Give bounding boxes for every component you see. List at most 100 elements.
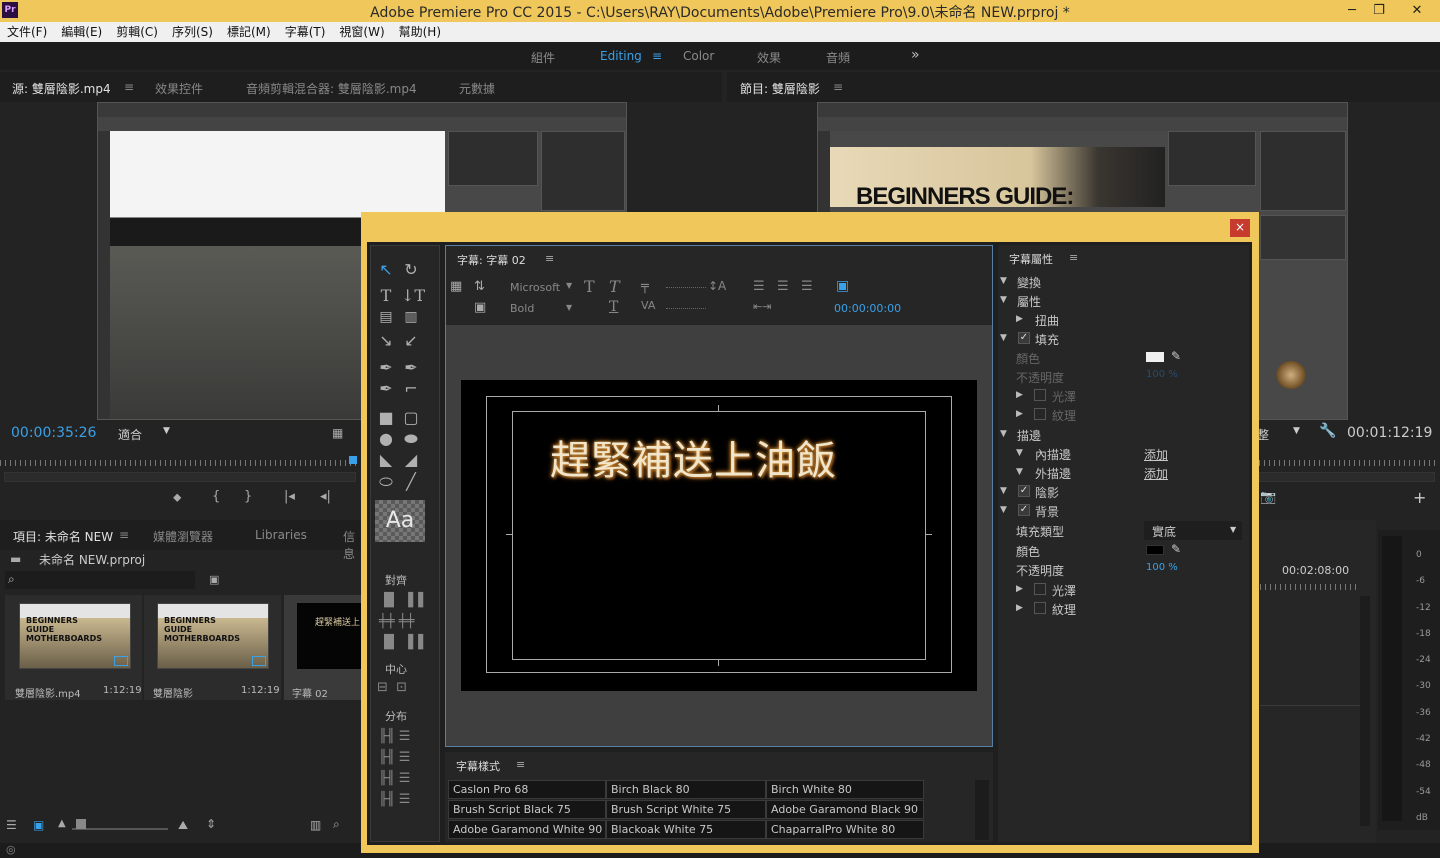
close-window-icon[interactable]: ✕ — [1400, 0, 1434, 22]
rounded-corner-tool-icon[interactable]: ⬬ — [401, 429, 421, 449]
project-tab-menu-icon[interactable]: ≡ — [119, 528, 129, 542]
program-scrollbar[interactable] — [1259, 472, 1435, 482]
style-item[interactable]: Brush Script Black 75 — [448, 800, 606, 819]
zoom-slider[interactable] — [72, 828, 168, 830]
export-frame-icon[interactable]: 📷 — [1260, 490, 1276, 505]
bg-eyedropper-icon[interactable]: ✎ — [1171, 542, 1181, 556]
workspace-more-icon[interactable]: » — [911, 47, 920, 63]
project-search-input[interactable] — [5, 571, 195, 589]
bg-sheen-checkbox[interactable] — [1034, 583, 1046, 595]
kerning-value[interactable] — [666, 308, 706, 309]
delete-anchor-tool-icon[interactable]: ✒ — [401, 358, 421, 377]
new-bin-icon[interactable]: ▣ — [209, 573, 219, 586]
automate-icon[interactable]: ▥ — [310, 818, 321, 832]
workspace-editing[interactable]: Editing — [600, 49, 642, 63]
titler-tab[interactable]: 字幕: 字幕 02 — [457, 252, 526, 268]
wrench-icon[interactable]: 🔧 — [1319, 423, 1336, 439]
playhead-handle[interactable] — [349, 456, 357, 464]
kerning-icon[interactable]: VA — [641, 299, 655, 312]
distribute-buttons[interactable]: ╟╢ ☰ ╟╢ ☰ ╟╢ ☰ ╟╢ ☰ — [379, 726, 410, 810]
vertical-path-type-tool-icon[interactable]: ↙ — [401, 331, 421, 350]
vertical-area-type-tool-icon[interactable]: ▥ — [401, 309, 421, 325]
underline-icon[interactable]: T — [609, 299, 618, 315]
font-size-icon[interactable]: ╤ — [641, 279, 649, 294]
templates-icon[interactable]: ▣ — [474, 300, 486, 315]
source-scrollbar[interactable] — [4, 472, 356, 482]
mark-in-icon[interactable]: { — [212, 489, 220, 504]
vertical-type-tool-icon[interactable]: ↓T — [401, 286, 425, 305]
prop-strokes[interactable]: ▼ 描邊 — [998, 425, 1249, 444]
center-buttons[interactable]: ⊟ ⊡ — [377, 680, 407, 695]
rectangle-tool-icon[interactable]: ■ — [376, 408, 396, 427]
add-marker-icon[interactable]: ⬥ — [173, 490, 181, 505]
program-tab-menu-icon[interactable]: ≡ — [833, 80, 843, 94]
project-item[interactable]: BEGINNERS GUIDE MOTHERBOARDS 雙層陰影 1:12:1… — [144, 595, 281, 700]
settings-icon[interactable]: ▦ — [332, 426, 343, 440]
prop-inner-stroke[interactable]: ▼ 內描邊 添加 — [998, 444, 1249, 463]
bg-opacity-value[interactable]: 100 % — [1146, 562, 1178, 573]
prop-bg-texture[interactable]: ▶ 紋理 — [998, 599, 1249, 618]
fill-type-chevron-icon[interactable]: ▼ — [1230, 525, 1236, 534]
italic-icon[interactable]: T — [609, 277, 620, 296]
align-left-icon[interactable]: ☰ — [753, 279, 765, 294]
fill-color-swatch[interactable] — [1146, 352, 1164, 362]
chevron-down-icon[interactable]: ▼ — [163, 426, 170, 436]
minimize-icon[interactable]: ─ — [1337, 0, 1367, 22]
tab-metadata[interactable]: 元數據 — [459, 80, 495, 97]
tab-project[interactable]: 項目: 未命名 NEW — [13, 528, 113, 545]
go-to-in-icon[interactable]: |◂ — [284, 489, 295, 504]
add-anchor-tool-icon[interactable]: ✒ — [376, 379, 396, 398]
roll-crawl-icon[interactable]: ⇅ — [474, 279, 485, 294]
timeline-scrollbar[interactable] — [1360, 596, 1370, 826]
leading-icon[interactable]: ↕A — [708, 279, 726, 293]
styles-scrollbar[interactable] — [975, 780, 989, 840]
project-item[interactable]: BEGINNERS GUIDE MOTHERBOARDS 雙層陰影.mp4 1:… — [5, 595, 142, 700]
tab-audio-clip-mixer[interactable]: 音頻剪輯混合器: 雙層陰影.mp4 — [246, 80, 417, 97]
style-item[interactable]: Birch White 80 — [766, 780, 924, 799]
workspace-menu-icon[interactable]: ≡ — [652, 49, 662, 63]
dialog-close-button[interactable]: × — [1230, 219, 1250, 237]
find-icon[interactable]: ⌕ — [333, 817, 340, 832]
styles-tab[interactable]: 字幕樣式 — [456, 758, 500, 774]
fill-checkbox[interactable]: ✓ — [1018, 332, 1030, 344]
menu-file[interactable]: 文件(F) — [0, 22, 54, 41]
prop-attributes[interactable]: ▼ 屬性 — [998, 291, 1249, 310]
align-center-icon[interactable]: ☰ — [777, 279, 789, 294]
tab-info[interactable]: 信息 — [343, 528, 362, 562]
style-item[interactable]: ChaparralPro White 80 — [766, 820, 924, 839]
mark-out-icon[interactable]: } — [244, 489, 252, 504]
bg-texture-checkbox[interactable] — [1034, 602, 1046, 614]
style-item[interactable]: Adobe Garamond White 90 — [448, 820, 606, 839]
prop-texture[interactable]: ▶ 紋理 — [998, 405, 1249, 424]
rounded-rectangle-tool-icon[interactable]: ▢ — [401, 408, 421, 427]
eyedropper-icon[interactable]: ✎ — [1171, 349, 1181, 363]
add-outer-stroke-link[interactable]: 添加 — [1144, 465, 1168, 482]
align-right-icon[interactable]: ☰ — [801, 279, 813, 294]
align-buttons[interactable]: ▐▌ ▐▐ ╪╪ ╪╪ ▐▌ ▐▐ — [379, 590, 423, 653]
texture-checkbox[interactable] — [1034, 408, 1046, 420]
area-type-tool-icon[interactable]: ▤ — [376, 309, 396, 325]
tab-media-browser[interactable]: 媒體瀏覽器 — [153, 528, 213, 545]
menu-window[interactable]: 視窗(W) — [332, 22, 391, 41]
rotation-tool-icon[interactable]: ↻ — [401, 260, 421, 279]
pen-tool-icon[interactable]: ✒ — [376, 358, 396, 377]
menu-help[interactable]: 幫助(H) — [392, 22, 448, 41]
font-family-chevron-icon[interactable]: ▼ — [566, 281, 572, 290]
props-tab[interactable]: 字幕屬性 — [1009, 251, 1053, 267]
bold-icon[interactable]: T — [584, 277, 595, 296]
type-tool-icon[interactable]: T — [376, 286, 396, 305]
clipped-corner-tool-icon[interactable]: ● — [376, 429, 396, 448]
icon-view-icon[interactable]: ▣ — [33, 818, 44, 832]
font-family-select[interactable]: Microsoft — [510, 281, 560, 294]
tab-source[interactable]: 源: 雙層陰影.mp4 — [12, 80, 111, 97]
style-item[interactable]: Birch Black 80 — [606, 780, 766, 799]
fill-opacity-value[interactable]: 100 % — [1146, 369, 1178, 380]
font-style-chevron-icon[interactable]: ▼ — [566, 303, 572, 312]
menu-clip[interactable]: 剪輯(C) — [109, 22, 165, 41]
menu-marker[interactable]: 標記(M) — [220, 22, 278, 41]
menu-sequence[interactable]: 序列(S) — [165, 22, 220, 41]
path-type-tool-icon[interactable]: ↘ — [376, 331, 396, 350]
menu-title[interactable]: 字幕(T) — [278, 22, 333, 41]
prop-distort[interactable]: ▶ 扭曲 — [998, 310, 1249, 329]
source-fit-select[interactable]: 適合 — [118, 426, 142, 443]
